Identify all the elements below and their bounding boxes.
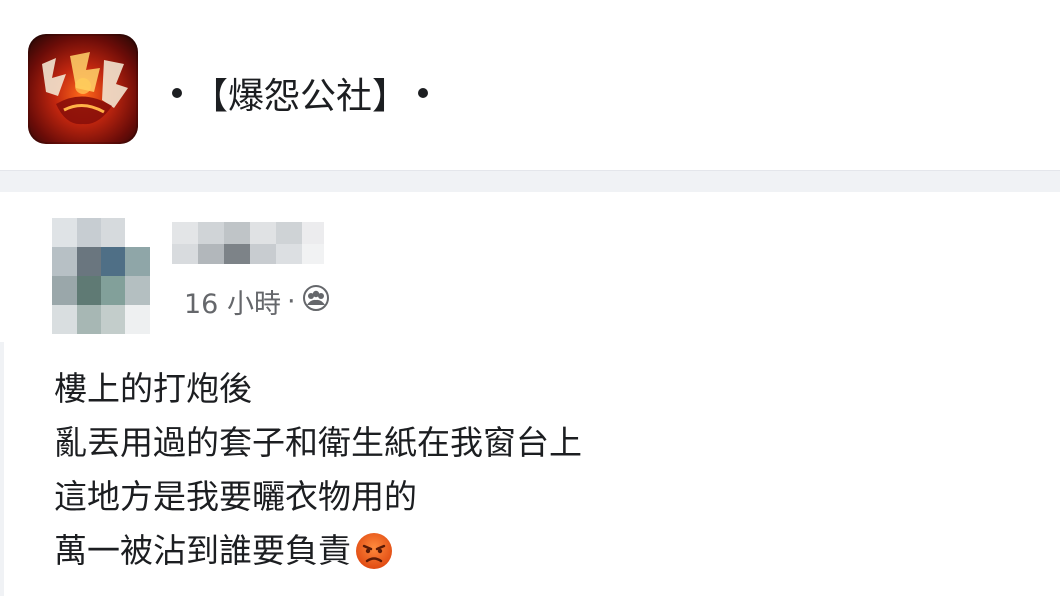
post-card: 16 小時 · 樓上的打炮後 亂丟用過的套子和衛生紙在我窗台上 這地方是我要曬衣… [0, 192, 1060, 596]
group-members-icon[interactable] [302, 284, 330, 319]
group-name[interactable]: 【爆怨公社】 [192, 67, 408, 119]
group-title[interactable]: 【爆怨公社】 [172, 67, 429, 119]
post-line: 樓上的打炮後 [54, 369, 252, 408]
angry-face-icon [355, 532, 393, 570]
post-line-with-emoji: 萬一被沾到誰要負責 [54, 524, 582, 578]
author-avatar[interactable] [52, 218, 150, 334]
post-text: 樓上的打炮後 亂丟用過的套子和衛生紙在我窗台上 這地方是我要曬衣物用的 萬一被沾… [54, 362, 582, 578]
group-logo-icon[interactable] [28, 34, 138, 144]
section-divider [0, 170, 1060, 193]
group-header: 【爆怨公社】 [0, 10, 1060, 170]
post-time[interactable]: 16 小時 [184, 282, 281, 321]
bullet-icon [418, 88, 429, 98]
post-meta: 16 小時 · [184, 284, 330, 320]
post-line-text: 萬一被沾到誰要負責 [54, 531, 351, 570]
author-name[interactable] [172, 218, 324, 266]
post-line: 亂丟用過的套子和衛生紙在我窗台上 [54, 423, 582, 462]
post-line: 這地方是我要曬衣物用的 [54, 477, 417, 516]
bullet-icon [172, 88, 182, 98]
post-border [0, 342, 4, 596]
meta-separator: · [286, 285, 296, 317]
